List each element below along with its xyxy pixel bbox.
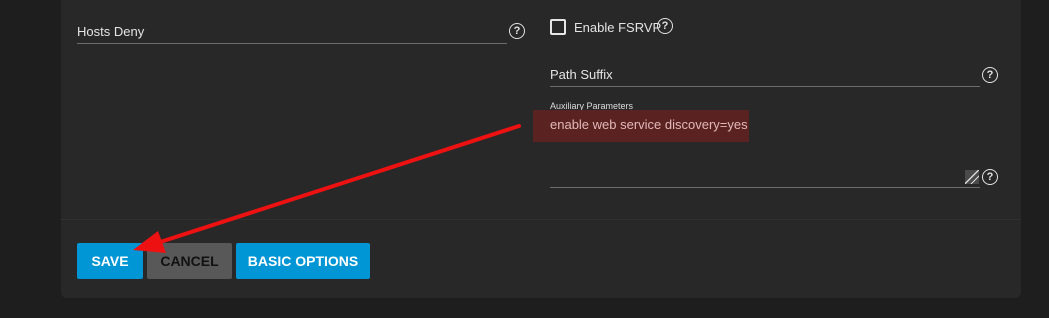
auxiliary-parameters-textarea[interactable]: enable web service discovery=yes	[550, 117, 748, 132]
help-circle-icon[interactable]: ?	[657, 18, 673, 34]
help-circle-icon[interactable]: ?	[509, 23, 525, 39]
hosts-deny-label: Hosts Deny	[77, 24, 145, 39]
cancel-button[interactable]: CANCEL	[147, 243, 232, 279]
path-suffix-input[interactable]	[550, 86, 980, 87]
settings-page: Hosts Deny ? Enable FSRVP ? Path Suffix …	[0, 0, 1049, 318]
save-button[interactable]: SAVE	[77, 243, 143, 279]
resize-handle-icon[interactable]	[965, 170, 979, 184]
enable-fsrvp-label[interactable]: Enable FSRVP	[574, 20, 661, 35]
enable-fsrvp-checkbox[interactable]	[550, 19, 566, 35]
actions-divider	[61, 219, 1021, 220]
auxiliary-parameters-underline	[550, 187, 980, 188]
hosts-deny-input[interactable]	[77, 43, 507, 44]
help-circle-icon[interactable]: ?	[982, 169, 998, 185]
help-circle-icon[interactable]: ?	[982, 67, 998, 83]
path-suffix-label: Path Suffix	[550, 67, 613, 82]
basic-options-button[interactable]: BASIC OPTIONS	[236, 243, 370, 279]
